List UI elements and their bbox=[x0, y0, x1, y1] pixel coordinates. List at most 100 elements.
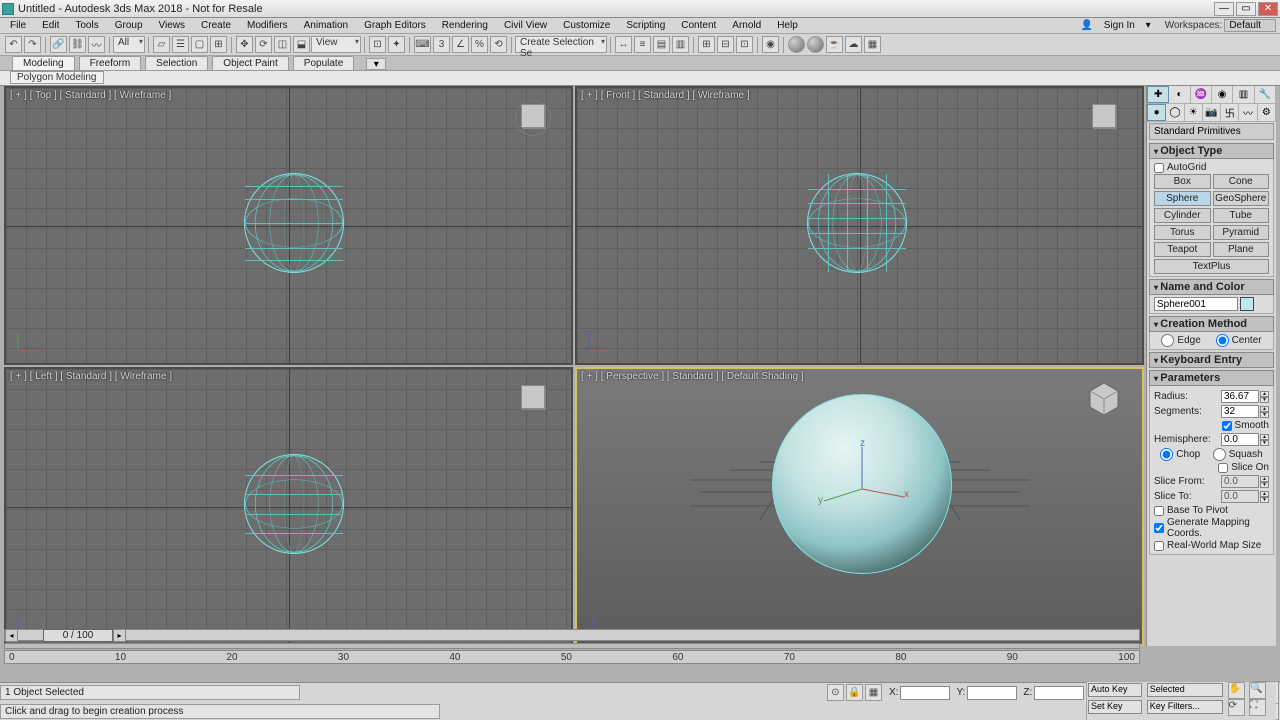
viewport-perspective[interactable]: [ + ] [ Perspective ] [ Standard ] [ Def… bbox=[575, 367, 1144, 646]
menu-rendering[interactable]: Rendering bbox=[434, 19, 496, 32]
spinner-snap-button[interactable]: ⟲ bbox=[490, 36, 507, 53]
creation-method-header[interactable]: Creation Method bbox=[1149, 316, 1274, 332]
orbit-button[interactable]: ⟳ bbox=[1228, 699, 1245, 716]
maximize-button[interactable]: ▭ bbox=[1236, 2, 1256, 16]
dope-sheet-button[interactable]: ⊟ bbox=[717, 36, 734, 53]
percent-snap-button[interactable]: % bbox=[471, 36, 488, 53]
chop-radio[interactable]: Chop bbox=[1160, 448, 1200, 461]
creation-edge-radio[interactable]: Edge bbox=[1161, 334, 1200, 347]
minimize-button[interactable]: — bbox=[1214, 2, 1234, 16]
systems-button[interactable]: ⚙ bbox=[1258, 104, 1276, 121]
track-bar[interactable] bbox=[4, 643, 1140, 649]
auto-key-button[interactable]: Auto Key bbox=[1088, 683, 1142, 697]
name-color-header[interactable]: Name and Color bbox=[1149, 279, 1274, 295]
named-selection-dropdown[interactable]: Create Selection Se bbox=[515, 36, 607, 53]
cameras-button[interactable]: 📷 bbox=[1203, 104, 1221, 121]
snap-toggle-button[interactable]: 3 bbox=[433, 36, 450, 53]
undo-button[interactable]: ↶ bbox=[5, 36, 22, 53]
real-world-checkbox[interactable]: Real-World Map Size bbox=[1154, 540, 1269, 551]
radius-input[interactable] bbox=[1221, 390, 1259, 403]
menu-create[interactable]: Create bbox=[193, 19, 239, 32]
viewport-left-label[interactable]: [ + ] [ Left ] [ Standard ] [ Wireframe … bbox=[10, 371, 172, 382]
sphere-wireframe-top[interactable] bbox=[244, 173, 344, 273]
slice-on-checkbox[interactable]: Slice On bbox=[1154, 462, 1269, 473]
lights-button[interactable]: ☀ bbox=[1185, 104, 1203, 121]
mirror-button[interactable]: ↔ bbox=[615, 36, 632, 53]
motion-tab[interactable]: ◉ bbox=[1212, 86, 1233, 103]
helpers-button[interactable]: 卐 bbox=[1221, 104, 1239, 121]
viewcube-top[interactable] bbox=[513, 98, 553, 138]
menu-help[interactable]: Help bbox=[769, 19, 806, 32]
segments-input[interactable] bbox=[1221, 405, 1259, 418]
tab-freeform[interactable]: Freeform bbox=[79, 56, 142, 70]
menu-modifiers[interactable]: Modifiers bbox=[239, 19, 296, 32]
viewport-perspective-label[interactable]: [ + ] [ Perspective ] [ Standard ] [ Def… bbox=[581, 371, 804, 382]
render-in-cloud-button[interactable]: ☁ bbox=[845, 36, 862, 53]
parameters-header[interactable]: Parameters bbox=[1149, 370, 1274, 386]
prim-teapot[interactable]: Teapot bbox=[1154, 242, 1211, 257]
menu-civil-view[interactable]: Civil View bbox=[496, 19, 555, 32]
workspaces-dropdown[interactable]: Default bbox=[1224, 19, 1276, 32]
prim-sphere[interactable]: Sphere bbox=[1154, 191, 1211, 206]
menu-tools[interactable]: Tools bbox=[67, 19, 106, 32]
pan-view-button[interactable]: ✋ bbox=[1228, 682, 1245, 699]
curve-editor-button[interactable]: ⊞ bbox=[698, 36, 715, 53]
rotate-button[interactable]: ⟳ bbox=[255, 36, 272, 53]
smooth-checkbox[interactable]: Smooth bbox=[1154, 420, 1269, 431]
hierarchy-tab[interactable]: ♒ bbox=[1191, 86, 1212, 103]
gen-mapping-checkbox[interactable]: Generate Mapping Coords. bbox=[1154, 517, 1269, 539]
viewcube-left[interactable] bbox=[513, 379, 553, 419]
menu-group[interactable]: Group bbox=[107, 19, 151, 32]
create-tab[interactable]: ✚ bbox=[1147, 86, 1169, 103]
key-target-dropdown[interactable]: Selected bbox=[1147, 683, 1223, 697]
time-slider-track[interactable]: ◂ 0 / 100 ▸ bbox=[4, 629, 1140, 641]
sign-in-button[interactable]: 👤 Sign In ▾ bbox=[1075, 20, 1157, 31]
polygon-modeling-panel[interactable]: Polygon Modeling bbox=[10, 71, 104, 84]
prim-pyramid[interactable]: Pyramid bbox=[1213, 225, 1270, 240]
z-coord-input[interactable] bbox=[1034, 686, 1084, 700]
scale-button[interactable]: ◫ bbox=[274, 36, 291, 53]
modify-tab[interactable]: ◐ bbox=[1169, 86, 1190, 103]
menu-arnold[interactable]: Arnold bbox=[724, 19, 769, 32]
viewcube-perspective[interactable] bbox=[1084, 379, 1124, 419]
viewport-front[interactable]: [ + ] [ Front ] [ Standard ] [ Wireframe… bbox=[575, 86, 1144, 365]
segments-spinner[interactable]: ▲▼ bbox=[1260, 406, 1269, 418]
key-filters-button[interactable]: Key Filters... bbox=[1147, 700, 1223, 714]
object-color-swatch[interactable] bbox=[1240, 297, 1254, 311]
set-key-button[interactable]: Set Key bbox=[1088, 700, 1142, 714]
menu-file[interactable]: File bbox=[2, 19, 34, 32]
toggle-ribbon-button[interactable]: ▥ bbox=[672, 36, 689, 53]
prim-tube[interactable]: Tube bbox=[1213, 208, 1270, 223]
menu-customize[interactable]: Customize bbox=[555, 19, 618, 32]
viewcube-front[interactable] bbox=[1084, 98, 1124, 138]
menu-scripting[interactable]: Scripting bbox=[618, 19, 673, 32]
x-coord-input[interactable] bbox=[900, 686, 950, 700]
sphere-shaded[interactable] bbox=[772, 394, 952, 574]
hemisphere-spinner[interactable]: ▲▼ bbox=[1260, 434, 1269, 446]
ribbon-expand-button[interactable]: ▾ bbox=[366, 58, 386, 70]
pivot-center-button[interactable]: ⊡ bbox=[369, 36, 386, 53]
viewport-left[interactable]: [ + ] [ Left ] [ Standard ] [ Wireframe … bbox=[4, 367, 573, 646]
prim-torus[interactable]: Torus bbox=[1154, 225, 1211, 240]
prim-cylinder[interactable]: Cylinder bbox=[1154, 208, 1211, 223]
link-button[interactable]: 🔗 bbox=[50, 36, 67, 53]
sphere-wireframe-front[interactable] bbox=[807, 173, 907, 273]
keyboard-shortcut-button[interactable]: ⌨ bbox=[414, 36, 431, 53]
zoom-extents-button[interactable]: 🔍 bbox=[1249, 682, 1266, 699]
time-slider-knob[interactable]: 0 / 100 bbox=[43, 629, 113, 642]
select-object-button[interactable]: ▱ bbox=[153, 36, 170, 53]
shapes-button[interactable]: ◯ bbox=[1166, 104, 1184, 121]
menu-views[interactable]: Views bbox=[151, 19, 194, 32]
rect-select-button[interactable]: ▢ bbox=[191, 36, 208, 53]
max-viewport-button[interactable]: ⛶ bbox=[1249, 699, 1266, 716]
time-prev-button[interactable]: ◂ bbox=[5, 629, 18, 642]
prim-cone[interactable]: Cone bbox=[1213, 174, 1270, 189]
close-button[interactable]: ✕ bbox=[1258, 2, 1278, 16]
geometry-button[interactable]: ● bbox=[1147, 104, 1166, 121]
tab-modeling[interactable]: Modeling bbox=[12, 56, 75, 70]
tab-populate[interactable]: Populate bbox=[293, 56, 354, 70]
hemisphere-input[interactable] bbox=[1221, 433, 1259, 446]
schematic-view-button[interactable]: ⊡ bbox=[736, 36, 753, 53]
object-type-header[interactable]: Object Type bbox=[1149, 143, 1274, 159]
render-setup-button[interactable] bbox=[788, 36, 805, 53]
